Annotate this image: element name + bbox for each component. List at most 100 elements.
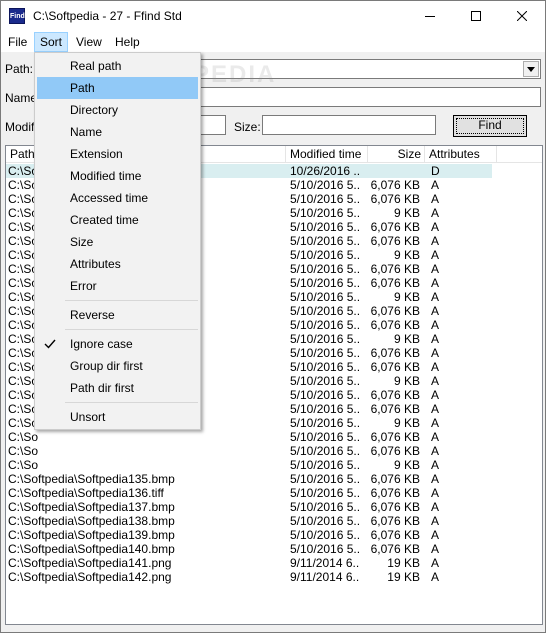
cell-attributes: A (431, 206, 440, 220)
cell-modified-time: 9/11/2014 6... (290, 570, 360, 584)
cell-path: C:\Softpedia\Softpedia139.bmp (8, 528, 175, 542)
checkmark-icon (44, 339, 56, 349)
cell-path: C:\So (8, 458, 39, 472)
close-button[interactable] (499, 1, 545, 31)
cell-attributes: D (431, 164, 440, 178)
sort-real-path[interactable]: Real path (37, 55, 198, 77)
cell-attributes: A (431, 542, 440, 556)
modified-label: Modifi (5, 120, 38, 134)
cell-size: 19 KB (387, 570, 420, 584)
cell-size: 9 KB (393, 290, 420, 304)
cell-size: 6,076 KB (370, 178, 420, 192)
menu-bar: File Sort View Help (1, 31, 545, 52)
cell-path: C:\Softpedia\Softpedia142.png (8, 570, 172, 584)
sort-size[interactable]: Size (37, 231, 198, 253)
cell-attributes: A (431, 262, 440, 276)
cell-size: 6,076 KB (370, 444, 420, 458)
cell-modified-time: 5/10/2016 5... (290, 234, 360, 248)
sort-unsort[interactable]: Unsort (37, 406, 198, 428)
cell-path: C:\Softpedia\Softpedia141.png (8, 556, 172, 570)
sort-extension[interactable]: Extension (37, 143, 198, 165)
column-size[interactable]: Size (368, 146, 425, 163)
cell-attributes: A (431, 248, 440, 262)
table-row[interactable]: C:\Softpedia\Softpedia137.bmp 5/10/2016 5… (6, 500, 542, 514)
sort-name[interactable]: Name (37, 121, 198, 143)
cell-attributes: A (431, 514, 440, 528)
cell-size: 9 KB (393, 458, 420, 472)
table-row[interactable]: C:\Softpedia\Softpedia135.bmp 5/10/2016 5… (6, 472, 542, 486)
sort-modified-time[interactable]: Modified time (37, 165, 198, 187)
cell-path: C:\Softpedia\Softpedia136.tiff (8, 486, 164, 500)
table-row[interactable]: C:\Softpedia\Softpedia136.tiff 5/10/2016 … (6, 486, 542, 500)
column-modified-time[interactable]: Modified time (286, 146, 368, 163)
cell-size: 9 KB (393, 416, 420, 430)
sort-reverse[interactable]: Reverse (37, 304, 198, 326)
cell-attributes: A (431, 444, 440, 458)
cell-modified-time: 5/10/2016 5... (290, 374, 360, 388)
cell-attributes: A (431, 430, 440, 444)
menu-sort[interactable]: Sort (34, 32, 69, 52)
cell-path: C:\Softpedia\Softpedia140.bmp (8, 542, 175, 556)
cell-size: 6,076 KB (370, 304, 420, 318)
cell-size: 9 KB (393, 206, 420, 220)
cell-modified-time: 5/10/2016 5... (290, 416, 360, 430)
cell-attributes: A (431, 234, 440, 248)
minimize-button[interactable] (407, 1, 453, 31)
cell-modified-time: 5/10/2016 5... (290, 444, 360, 458)
cell-modified-time: 5/10/2016 5... (290, 528, 360, 542)
table-row[interactable]: C:\Softpedia\Softpedia141.png 9/11/2014 6… (6, 556, 542, 570)
find-button[interactable]: Find (453, 115, 527, 137)
sort-error[interactable]: Error (37, 275, 198, 297)
sort-ignore-case[interactable]: Ignore case (37, 333, 198, 355)
modified-input[interactable] (197, 115, 226, 135)
cell-attributes: A (431, 360, 440, 374)
sort-path-dir-first[interactable]: Path dir first (37, 377, 198, 399)
sort-accessed-time[interactable]: Accessed time (37, 187, 198, 209)
maximize-button[interactable] (453, 1, 499, 31)
minimize-icon (425, 16, 435, 17)
table-row[interactable]: C:\So 5/10/2016 5... 9 KB A (6, 458, 542, 472)
sort-path[interactable]: Path (37, 77, 198, 99)
menu-help[interactable]: Help (115, 33, 140, 52)
sort-group-dir-first[interactable]: Group dir first (37, 355, 198, 377)
table-row[interactable]: C:\Softpedia\Softpedia142.png 9/11/2014 6… (6, 570, 542, 584)
close-icon (517, 11, 527, 21)
cell-size: 6,076 KB (370, 318, 420, 332)
window-title: C:\Softpedia - 27 - Ffind Std (33, 9, 182, 23)
cell-attributes: A (431, 220, 440, 234)
table-row[interactable]: C:\So 5/10/2016 5... 6,076 KB A (6, 430, 542, 444)
menu-file[interactable]: File (8, 33, 27, 52)
column-attributes[interactable]: Attributes (425, 146, 497, 163)
cell-modified-time: 5/10/2016 5... (290, 206, 360, 220)
cell-modified-time: 5/10/2016 5... (290, 332, 360, 346)
table-row[interactable]: C:\So 5/10/2016 5... 6,076 KB A (6, 444, 542, 458)
cell-modified-time: 5/10/2016 5... (290, 500, 360, 514)
menu-view[interactable]: View (76, 33, 102, 52)
table-row[interactable]: C:\Softpedia\Softpedia140.bmp 5/10/2016 5… (6, 542, 542, 556)
cell-modified-time: 5/10/2016 5... (290, 192, 360, 206)
cell-modified-time: 5/10/2016 5... (290, 458, 360, 472)
cell-attributes: A (431, 458, 440, 472)
table-row[interactable]: C:\Softpedia\Softpedia139.bmp 5/10/2016 5… (6, 528, 542, 542)
sort-attributes[interactable]: Attributes (37, 253, 198, 275)
size-input[interactable] (262, 115, 436, 135)
cell-size: 6,076 KB (370, 360, 420, 374)
cell-modified-time: 5/10/2016 5... (290, 178, 360, 192)
path-combo[interactable] (197, 59, 541, 79)
table-row[interactable]: C:\Softpedia\Softpedia138.bmp 5/10/2016 5… (6, 514, 542, 528)
cell-modified-time: 5/10/2016 5... (290, 290, 360, 304)
cell-size: 6,076 KB (370, 514, 420, 528)
cell-modified-time: 9/11/2014 6... (290, 556, 360, 570)
name-label: Name (5, 91, 38, 105)
cell-modified-time: 5/10/2016 5... (290, 318, 360, 332)
cell-size: 6,076 KB (370, 472, 420, 486)
chevron-down-icon (527, 66, 535, 72)
combo-dropdown-button[interactable] (523, 61, 539, 77)
name-input[interactable] (197, 87, 541, 107)
maximize-icon (471, 11, 481, 21)
sort-directory[interactable]: Directory (37, 99, 198, 121)
cell-modified-time: 5/10/2016 5... (290, 388, 360, 402)
cell-modified-time: 5/10/2016 5... (290, 486, 360, 500)
title-bar[interactable]: Find C:\Softpedia - 27 - Ffind Std (1, 1, 545, 31)
sort-created-time[interactable]: Created time (37, 209, 198, 231)
